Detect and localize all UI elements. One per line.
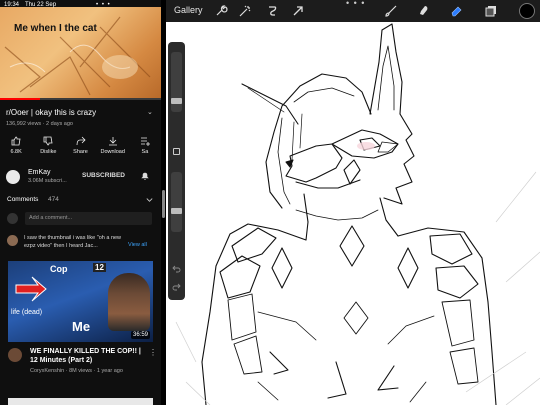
video-caption: Me when I the cat [14, 23, 97, 34]
comments-count: 474 [48, 196, 59, 203]
more-dots[interactable]: • • • [346, 0, 365, 8]
channel-subscribers: 3.06M subscri... [28, 178, 67, 184]
expand-icon[interactable] [145, 195, 154, 204]
video-meta: 136,992 views · 2 days ago [6, 121, 73, 127]
save-icon [140, 137, 150, 146]
download-label: Download [100, 149, 125, 155]
magic-wand-icon[interactable] [238, 4, 252, 18]
brush-icon[interactable] [384, 4, 398, 18]
like-count: 6.8K [10, 149, 22, 155]
channel-row: EmKay 3.06M subscri... SUBSCRIBED [0, 166, 161, 188]
bell-icon[interactable] [140, 171, 150, 181]
thumb-text-num: 12 [93, 263, 106, 272]
split-view-handle[interactable] [162, 190, 165, 218]
dislike-label: Dislike [40, 149, 57, 155]
video-frame-art [4, 16, 151, 96]
multitask-dots[interactable]: • • • [96, 2, 111, 8]
recommended-meta: CoryxKenshin · 8M views · 1 year ago [30, 368, 123, 374]
next-video-thumbnail[interactable] [8, 398, 153, 405]
user-avatar [7, 213, 18, 224]
save-button[interactable]: Sa [129, 136, 161, 158]
eraser-icon[interactable] [449, 4, 463, 18]
smudge-icon[interactable] [416, 4, 430, 18]
subscribed-button[interactable]: SUBSCRIBED [82, 172, 125, 179]
comments-title: Comments [7, 196, 39, 203]
color-picker-button[interactable] [519, 3, 535, 19]
add-comment-input[interactable]: Add a comment... [25, 212, 152, 225]
like-button[interactable]: 6.8K [0, 136, 32, 158]
procreate-toolbar: Gallery • • • [166, 0, 540, 22]
status-bar: 19:34 Thu 22 Sep • • • [0, 0, 161, 9]
commenter-avatar [7, 235, 18, 246]
share-button[interactable]: Share [64, 136, 96, 158]
channel-avatar[interactable] [6, 170, 20, 184]
procreate-panel: Gallery • • • [166, 0, 540, 405]
thumb-text-cop: Cop [50, 264, 68, 274]
thumb-person-image [108, 273, 150, 331]
youtube-panel: 19:34 Thu 22 Sep • • • Me when I the cat… [0, 0, 161, 405]
transform-arrow-icon[interactable] [291, 4, 305, 18]
video-player[interactable]: Me when I the cat [0, 7, 161, 98]
dislike-button[interactable]: Dislike [32, 136, 64, 158]
more-options-icon[interactable]: ⋮ [149, 348, 157, 357]
share-icon [76, 136, 86, 146]
top-comment-text: I saw the thumbnail i was like "oh a new… [24, 235, 122, 249]
thumbs-up-icon [11, 136, 21, 146]
view-all-link[interactable]: View all [128, 242, 147, 248]
recommended-thumbnail[interactable]: Cop 12 life (dead) Me 36:59 [8, 261, 153, 342]
red-arrow-icon [15, 276, 47, 302]
video-title[interactable]: r/Ooer | okay this is crazy [6, 108, 96, 117]
status-time: 19:34 [4, 1, 20, 8]
download-icon [108, 137, 117, 146]
drawing-canvas[interactable] [166, 22, 540, 405]
gallery-button[interactable]: Gallery [174, 5, 203, 15]
recommended-video-info[interactable]: WE FINALLY KILLED THE COP!! | 12 Minutes… [0, 344, 161, 384]
video-duration: 36:59 [130, 331, 150, 339]
wrench-icon[interactable] [214, 4, 228, 18]
save-label: Sa [141, 149, 149, 155]
thumb-text-me: Me [72, 319, 91, 334]
thumbs-down-icon [43, 136, 53, 146]
recommended-title[interactable]: WE FINALLY KILLED THE COP!! | 12 Minutes… [30, 347, 142, 365]
layers-icon[interactable] [484, 4, 498, 18]
video-progress-bar[interactable] [0, 98, 161, 100]
comments-section[interactable]: Comments 474 Add a comment... I saw the … [0, 192, 161, 254]
channel-name[interactable]: EmKay [28, 169, 51, 176]
action-bar: 6.8K Dislike Share Download Sa [0, 136, 161, 158]
thumb-text-life: life (dead) [11, 309, 43, 316]
recommended-channel-avatar[interactable] [8, 348, 22, 362]
status-date: Thu 22 Sep [25, 1, 57, 8]
share-label: Share [73, 149, 88, 155]
download-button[interactable]: Download [97, 136, 129, 158]
progress-fill [0, 98, 41, 100]
selection-icon[interactable] [265, 4, 279, 18]
chevron-down-icon[interactable]: ⌄ [147, 108, 153, 116]
